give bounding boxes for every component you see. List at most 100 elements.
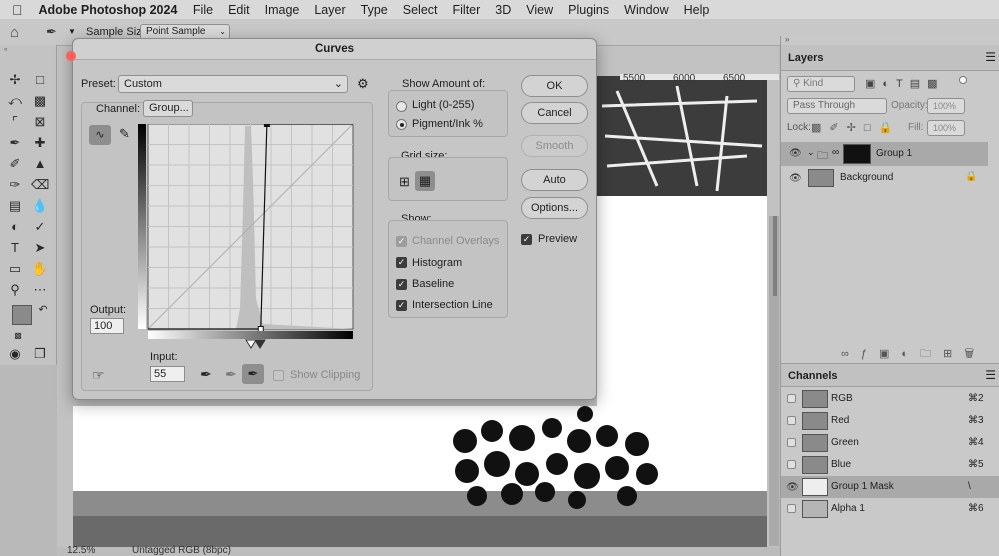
channel-visibility-box[interactable] [787, 438, 796, 447]
apple-icon[interactable]:  [0, 2, 35, 18]
curve-point[interactable] [257, 326, 264, 332]
path-select-tool-icon[interactable]: ➤ [31, 239, 49, 257]
input-field[interactable]: 55 [150, 366, 185, 382]
more-tools-icon[interactable]: ⋯ [31, 281, 49, 299]
filter-toggle-icon[interactable] [959, 76, 967, 84]
channel-select[interactable]: Group... [143, 100, 193, 117]
visibility-eye-icon[interactable]: 👁 [789, 173, 802, 184]
layer-name[interactable]: Background [840, 172, 893, 183]
output-field[interactable]: 100 [90, 318, 124, 334]
fill-field[interactable]: 100% [927, 120, 965, 136]
close-icon[interactable] [66, 51, 76, 61]
history-brush-icon[interactable]: ✑ [6, 176, 24, 194]
gradient-tool-icon[interactable]: ▤ [6, 197, 24, 215]
black-point-eyedropper-icon[interactable]: ✒ [200, 366, 212, 383]
preset-options-gear-icon[interactable]: ⚙ [357, 76, 369, 92]
channel-row-group-1-mask[interactable]: 👁 Group 1 Mask \ [781, 476, 999, 498]
panel-collapse-icon[interactable]: » [781, 36, 999, 44]
brush-tool-icon[interactable]: ✐ [6, 155, 24, 173]
pen-tool-icon[interactable]: ✓ [31, 218, 49, 236]
hand-tool-icon[interactable]: ✋ [31, 260, 49, 278]
gray-point-eyedropper-icon[interactable]: ✒ [225, 366, 237, 383]
channel-name[interactable]: Group 1 Mask [831, 481, 894, 492]
menu-view[interactable]: View [519, 3, 561, 17]
channels-tab[interactable]: Channels [788, 370, 838, 382]
blend-mode-select[interactable]: Pass Through [787, 98, 887, 114]
chevron-down-icon[interactable]: ⌄ [807, 147, 815, 158]
menu-image[interactable]: Image [257, 3, 307, 17]
channel-name[interactable]: Red [831, 415, 849, 426]
default-colors-icon[interactable]: ▩ [9, 327, 27, 345]
visibility-eye-icon[interactable]: 👁 [786, 482, 799, 493]
on-image-adjust-icon[interactable]: ☞ [92, 367, 105, 384]
layer-thumbnail[interactable] [808, 169, 834, 187]
opacity-field[interactable]: 100% [927, 98, 965, 114]
zoom-tool-icon[interactable]: ⚲ [6, 281, 24, 299]
white-point-eyedropper-icon[interactable]: ✒ [242, 364, 264, 384]
intersection-line-checkbox[interactable]: ✓ [396, 300, 407, 311]
link-icon[interactable]: ∞ [832, 147, 839, 158]
home-icon[interactable]: ⌂ [10, 24, 19, 41]
lasso-tool-icon[interactable]: ⤺ [6, 92, 24, 110]
curve-point[interactable] [263, 124, 270, 127]
pencil-tool-icon[interactable]: ✎ [119, 126, 130, 142]
menu-file[interactable]: File [185, 3, 220, 17]
channel-visibility-box[interactable] [787, 394, 796, 403]
foreground-color-swatch[interactable] [12, 305, 32, 325]
object-select-tool-icon[interactable]: ▩ [31, 92, 49, 110]
light-radio[interactable] [396, 101, 407, 112]
eyedropper-tool-icon[interactable]: ✒ [46, 24, 57, 40]
channel-row-alpha-1[interactable]: Alpha 1 ⌘6 [781, 498, 988, 520]
preset-select[interactable]: Custom ⌄ [118, 75, 348, 93]
preview-checkbox[interactable]: ✓ [521, 234, 532, 245]
menu-type[interactable]: Type [353, 3, 395, 17]
input-white-slider-icon[interactable] [245, 339, 257, 349]
channel-name[interactable]: RGB [831, 393, 853, 404]
panel-menu-icon[interactable]: ☰ [985, 368, 996, 382]
smooth-button[interactable]: Smooth [521, 135, 588, 157]
channel-row-green[interactable]: Green ⌘4 [781, 432, 988, 454]
crop-tool-icon[interactable]: ⌜ [6, 113, 24, 131]
channel-row-red[interactable]: Red ⌘3 [781, 410, 988, 432]
blur-tool-icon[interactable]: 💧 [31, 197, 49, 215]
layer-row-group-1[interactable]: 👁 ⌄ 🗀 ∞ Group 1 [781, 142, 988, 166]
menu-help[interactable]: Help [676, 3, 717, 17]
panel-menu-icon[interactable]: ☰ [985, 50, 996, 64]
show-clipping-checkbox[interactable] [273, 370, 284, 381]
visibility-eye-icon[interactable]: 👁 [789, 148, 802, 159]
channel-name[interactable]: Blue [831, 459, 851, 470]
move-tool-icon[interactable]: ✢ [6, 71, 24, 89]
menu-filter[interactable]: Filter [445, 3, 488, 17]
lock-icons[interactable]: ▩✐✢□🔒 [811, 121, 900, 134]
channel-name[interactable]: Alpha 1 [831, 503, 865, 514]
channel-visibility-box[interactable] [787, 504, 796, 513]
layer-row-background[interactable]: 👁 Background 🔒 [781, 167, 988, 189]
detailed-grid-icon[interactable]: ▦ [415, 171, 435, 191]
cancel-button[interactable]: Cancel [521, 102, 588, 124]
document-info[interactable]: Untagged RGB (8bpc) [132, 545, 231, 556]
layer-mask-thumbnail[interactable] [843, 144, 871, 164]
options-button[interactable]: Options... [521, 197, 588, 219]
app-menu[interactable]: Adobe Photoshop 2024 [35, 3, 186, 17]
ok-button[interactable]: OK [521, 75, 588, 97]
frame-tool-icon[interactable]: ⊠ [31, 113, 49, 131]
dodge-tool-icon[interactable]: ◐ [6, 218, 24, 236]
layers-tab[interactable]: Layers [788, 52, 823, 64]
screen-mode-icon[interactable]: ❐ [31, 345, 49, 363]
input-black-slider-icon[interactable] [254, 339, 266, 349]
channel-visibility-box[interactable] [787, 460, 796, 469]
layer-filter-select[interactable]: ⚲ Kind [787, 76, 855, 92]
channel-row-rgb[interactable]: RGB ⌘2 [781, 388, 988, 410]
toolbox-grip[interactable]: « [4, 47, 52, 53]
curve-points-tool-icon[interactable]: ∿ [89, 125, 111, 145]
eraser-tool-icon[interactable]: ⌫ [31, 176, 49, 194]
menu-select[interactable]: Select [395, 3, 445, 17]
curve-graph[interactable] [138, 124, 358, 349]
marquee-tool-icon[interactable]: □ [31, 71, 49, 89]
lock-icon[interactable]: 🔒 [965, 171, 977, 182]
channel-name[interactable]: Green [831, 437, 859, 448]
quick-mask-icon[interactable]: ◉ [6, 345, 24, 363]
layer-name[interactable]: Group 1 [876, 148, 912, 159]
menu-plugins[interactable]: Plugins [561, 3, 617, 17]
type-tool-icon[interactable]: T [6, 239, 24, 257]
